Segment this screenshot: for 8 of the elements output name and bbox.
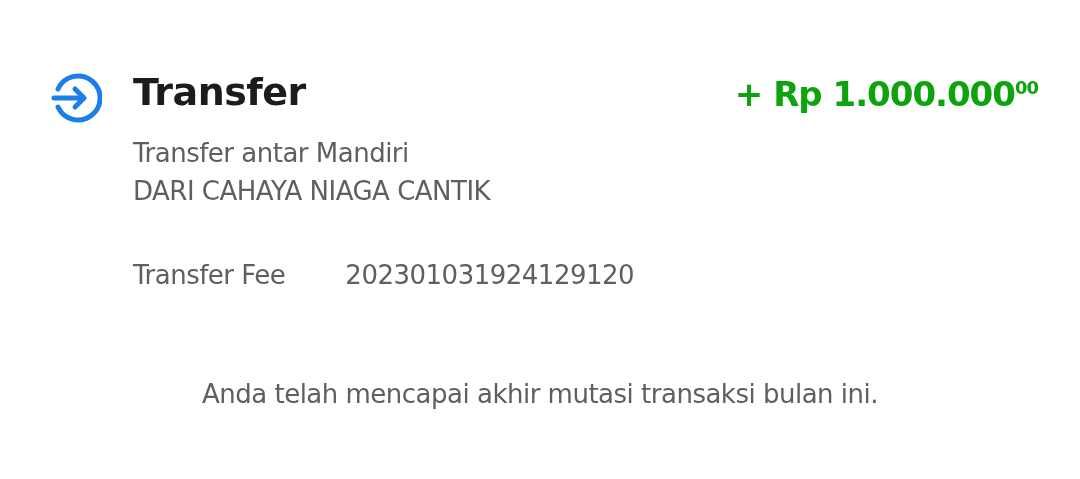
- transaction-description: Transfer antar Mandiri: [133, 137, 410, 170]
- transaction-title: Transfer: [133, 70, 306, 114]
- fee-label: Transfer Fee: [133, 259, 286, 292]
- counterparty-name: DARI CAHAYA NIAGA CANTIK: [133, 175, 492, 208]
- arrow-in-circle-icon: [50, 72, 102, 124]
- end-of-list-message: Anda telah mencapai akhir mutasi transaksi bulan ini.: [200, 379, 880, 409]
- reference-number: 202301031924129120: [345, 259, 635, 292]
- transaction-amount: + Rp 1.000.000$^{00}$: [734, 74, 1038, 114]
